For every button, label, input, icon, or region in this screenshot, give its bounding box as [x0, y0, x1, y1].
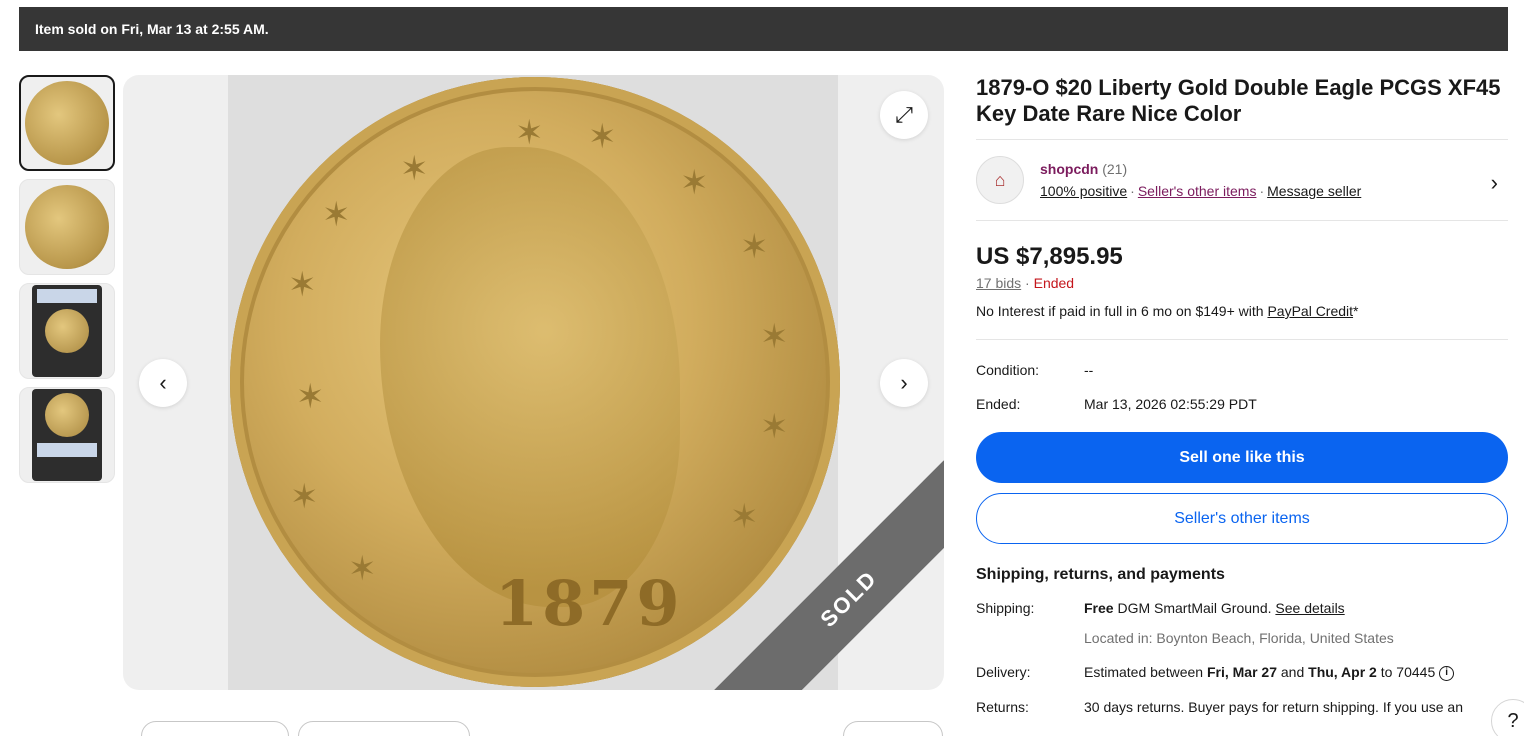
star-icon: ✶ — [288, 266, 317, 304]
star-icon: ✶ — [296, 378, 325, 416]
seller-other-items-link[interactable]: Seller's other items — [1138, 183, 1257, 199]
separator: · — [1130, 183, 1135, 199]
star-icon: ✶ — [730, 498, 759, 536]
expand-button[interactable]: ⤢ — [880, 91, 928, 139]
star-icon: ✶ — [760, 408, 789, 446]
sold-banner: Item sold on Fri, Mar 13 at 2:55 AM. — [19, 7, 1508, 51]
returns-row: Returns: 30 days returns. Buyer pays for… — [976, 699, 1508, 715]
message-seller-link[interactable]: Message seller — [1267, 183, 1361, 199]
delivery-from: Fri, Mar 27 — [1206, 664, 1277, 680]
star-icon: ✶ — [400, 150, 429, 188]
star-icon: ✶ — [588, 118, 617, 156]
thumbnail-strip — [19, 75, 115, 491]
seller-positive-link[interactable]: 100% positive — [1040, 183, 1127, 199]
free-shipping: Free — [1084, 600, 1114, 616]
delivery-and: and — [1277, 664, 1309, 680]
shipping-method: DGM SmartMail Ground. — [1113, 600, 1276, 616]
ended-row: Ended: Mar 13, 2026 02:55:29 PDT — [976, 396, 1508, 412]
shipping-row: Shipping: Free DGM SmartMail Ground. See… — [976, 600, 1508, 616]
coin-year: 1879 — [495, 567, 684, 640]
star-icon: ✶ — [348, 550, 377, 588]
separator: · — [1025, 275, 1030, 291]
gallery-action-pill-1[interactable] — [141, 721, 289, 736]
seller-feedback-count: (21) — [1102, 161, 1128, 177]
paypal-credit-offer: No Interest if paid in full in 6 mo on $… — [976, 303, 1508, 340]
condition-label: Condition: — [976, 362, 1040, 378]
main-image-viewer[interactable]: ✶ ✶ ✶ ✶ ✶ ✶ ✶ ✶ ✶ ✶ ✶ ✶ ✶ 1879 SOLD ⤢ ‹ … — [123, 75, 944, 690]
star-icon: ✶ — [290, 478, 319, 516]
star-icon: ✶ — [322, 196, 351, 234]
returns-value: 30 days returns. Buyer pays for return s… — [1084, 698, 1463, 715]
item-title: 1879-O $20 Liberty Gold Double Eagle PCG… — [976, 75, 1508, 140]
chevron-left-icon: ‹ — [159, 370, 167, 395]
thumbnail-coin-reverse[interactable] — [19, 179, 115, 275]
star-icon: ✶ — [680, 164, 709, 202]
coin-image: ✶ ✶ ✶ ✶ ✶ ✶ ✶ ✶ ✶ ✶ ✶ ✶ ✶ 1879 — [230, 77, 840, 687]
seller-card[interactable]: ⌂ shopcdn (21) 100% positive · Seller's ot… — [976, 140, 1508, 221]
delivery-to: Thu, Apr 2 — [1308, 664, 1377, 680]
sold-banner-text: Item sold on Fri, Mar 13 at 2:55 AM. — [35, 21, 269, 37]
delivery-label: Delivery: — [976, 664, 1031, 680]
ended-label: Ended: — [976, 396, 1021, 412]
credit-asterisk: * — [1353, 303, 1359, 319]
delivery-row: Delivery: Estimated between Fri, Mar 27 … — [976, 664, 1508, 681]
item-location: Located in: Boynton Beach, Florida, Unit… — [1084, 630, 1394, 646]
separator: · — [1259, 183, 1265, 199]
price: US $7,895.95 — [976, 243, 1123, 270]
seller-avatar[interactable]: ⌂ — [976, 156, 1024, 204]
coin-obverse-image — [25, 81, 109, 165]
credit-text: No Interest if paid in full in 6 mo on $… — [976, 303, 1268, 319]
see-details-link[interactable]: See details — [1275, 600, 1344, 616]
condition-value: -- — [1084, 362, 1094, 378]
previous-image-button[interactable]: ‹ — [139, 359, 187, 407]
gallery-action-pill-2[interactable] — [298, 721, 470, 736]
chevron-right-icon[interactable]: › — [1491, 170, 1498, 196]
ended-value: Mar 13, 2026 02:55:29 PDT — [1084, 396, 1257, 412]
returns-label: Returns: — [976, 698, 1029, 715]
delivery-zip: to 70445 — [1376, 664, 1440, 680]
star-icon: ✶ — [515, 114, 544, 152]
star-icon: ✶ — [740, 228, 769, 266]
bids-status: 17 bids · Ended — [976, 275, 1508, 291]
shipping-label: Shipping: — [976, 600, 1035, 616]
thumbnail-slab-front[interactable] — [19, 283, 115, 379]
ended-status: Ended — [1033, 275, 1075, 291]
paypal-credit-link[interactable]: PayPal Credit — [1267, 303, 1353, 319]
seller-name[interactable]: shopcdn — [1040, 161, 1098, 177]
star-icon: ✶ — [760, 318, 789, 356]
condition-row: Condition: -- — [976, 362, 1508, 378]
thumbnail-slab-back[interactable] — [19, 387, 115, 483]
slab-back-image — [32, 389, 102, 481]
thumbnail-coin-obverse[interactable] — [19, 75, 115, 171]
chevron-right-icon: › — [900, 370, 908, 395]
gallery-action-pill-3[interactable] — [843, 721, 943, 736]
next-image-button[interactable]: › — [880, 359, 928, 407]
bids-link[interactable]: 17 bids — [976, 275, 1021, 291]
delivery-prefix: Estimated between — [1084, 664, 1207, 680]
expand-icon: ⤢ — [895, 102, 913, 127]
item-details-panel: 1879-O $20 Liberty Gold Double Eagle PCG… — [976, 75, 1508, 715]
coin-reverse-image — [25, 185, 109, 269]
info-icon[interactable]: i — [1439, 665, 1455, 681]
sell-one-like-this-button[interactable]: Sell one like this — [976, 432, 1508, 483]
shipping-heading: Shipping, returns, and payments — [976, 566, 1225, 583]
sellers-other-items-button[interactable]: Seller's other items — [976, 493, 1508, 544]
help-icon: ? — [1507, 709, 1519, 732]
slab-front-image — [32, 285, 102, 377]
liberty-bust — [380, 147, 680, 607]
